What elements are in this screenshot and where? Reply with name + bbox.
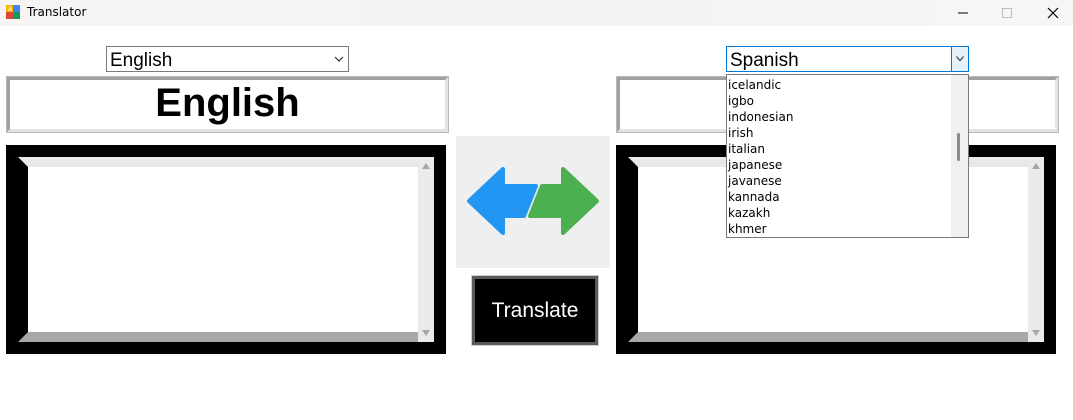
minimize-button[interactable] [940, 0, 986, 26]
swap-languages-button[interactable] [456, 136, 610, 268]
target-language-select[interactable]: Spanish [726, 46, 969, 72]
source-language-select[interactable]: English [106, 46, 349, 72]
dropdown-option[interactable]: kannada [728, 189, 793, 205]
dropdown-option[interactable]: icelandic [728, 77, 793, 93]
dropdown-option[interactable]: indonesian [728, 109, 793, 125]
target-language-value: Spanish [730, 50, 799, 71]
dropdown-option[interactable]: javanese [728, 173, 793, 189]
dropdown-option[interactable]: kazakh [728, 205, 793, 221]
scroll-up-icon[interactable] [1032, 163, 1040, 169]
maximize-icon [1002, 8, 1012, 18]
dropdown-option[interactable]: igbo [728, 93, 793, 109]
close-button[interactable] [1030, 0, 1073, 26]
dropdown-option[interactable]: italian [728, 141, 793, 157]
title-bar: A Translator [0, 0, 1073, 26]
chevron-down-icon [334, 56, 344, 62]
dropdown-option[interactable]: japanese [728, 157, 793, 173]
scroll-down-icon[interactable] [422, 330, 430, 336]
language-dropdown-list[interactable]: icelandic igbo indonesian irish italian … [726, 74, 969, 238]
minimize-icon [958, 12, 968, 14]
source-scrollbar[interactable] [418, 157, 434, 342]
swap-arrows-icon [467, 167, 599, 235]
window-title: Translator [27, 5, 87, 19]
maximize-button[interactable] [984, 0, 1030, 26]
source-language-value: English [110, 50, 173, 71]
dropdown-option[interactable]: khmer [728, 221, 793, 237]
target-scrollbar[interactable] [1028, 157, 1044, 342]
close-icon [1047, 7, 1059, 19]
dropdown-option[interactable]: irish [728, 125, 793, 141]
source-title-text: English [155, 81, 300, 125]
scroll-down-icon[interactable] [1032, 330, 1040, 336]
scrollbar-thumb[interactable] [957, 133, 960, 161]
dropdown-button[interactable] [951, 47, 968, 71]
source-textarea[interactable] [18, 157, 434, 342]
chevron-down-icon [956, 56, 964, 62]
scroll-up-icon[interactable] [422, 163, 430, 169]
translate-button[interactable]: Translate [471, 275, 599, 346]
dropdown-scrollbar[interactable] [951, 75, 968, 237]
source-language-title: English [6, 76, 449, 133]
source-text-panel [6, 145, 446, 354]
translator-app-icon: A [6, 5, 20, 19]
